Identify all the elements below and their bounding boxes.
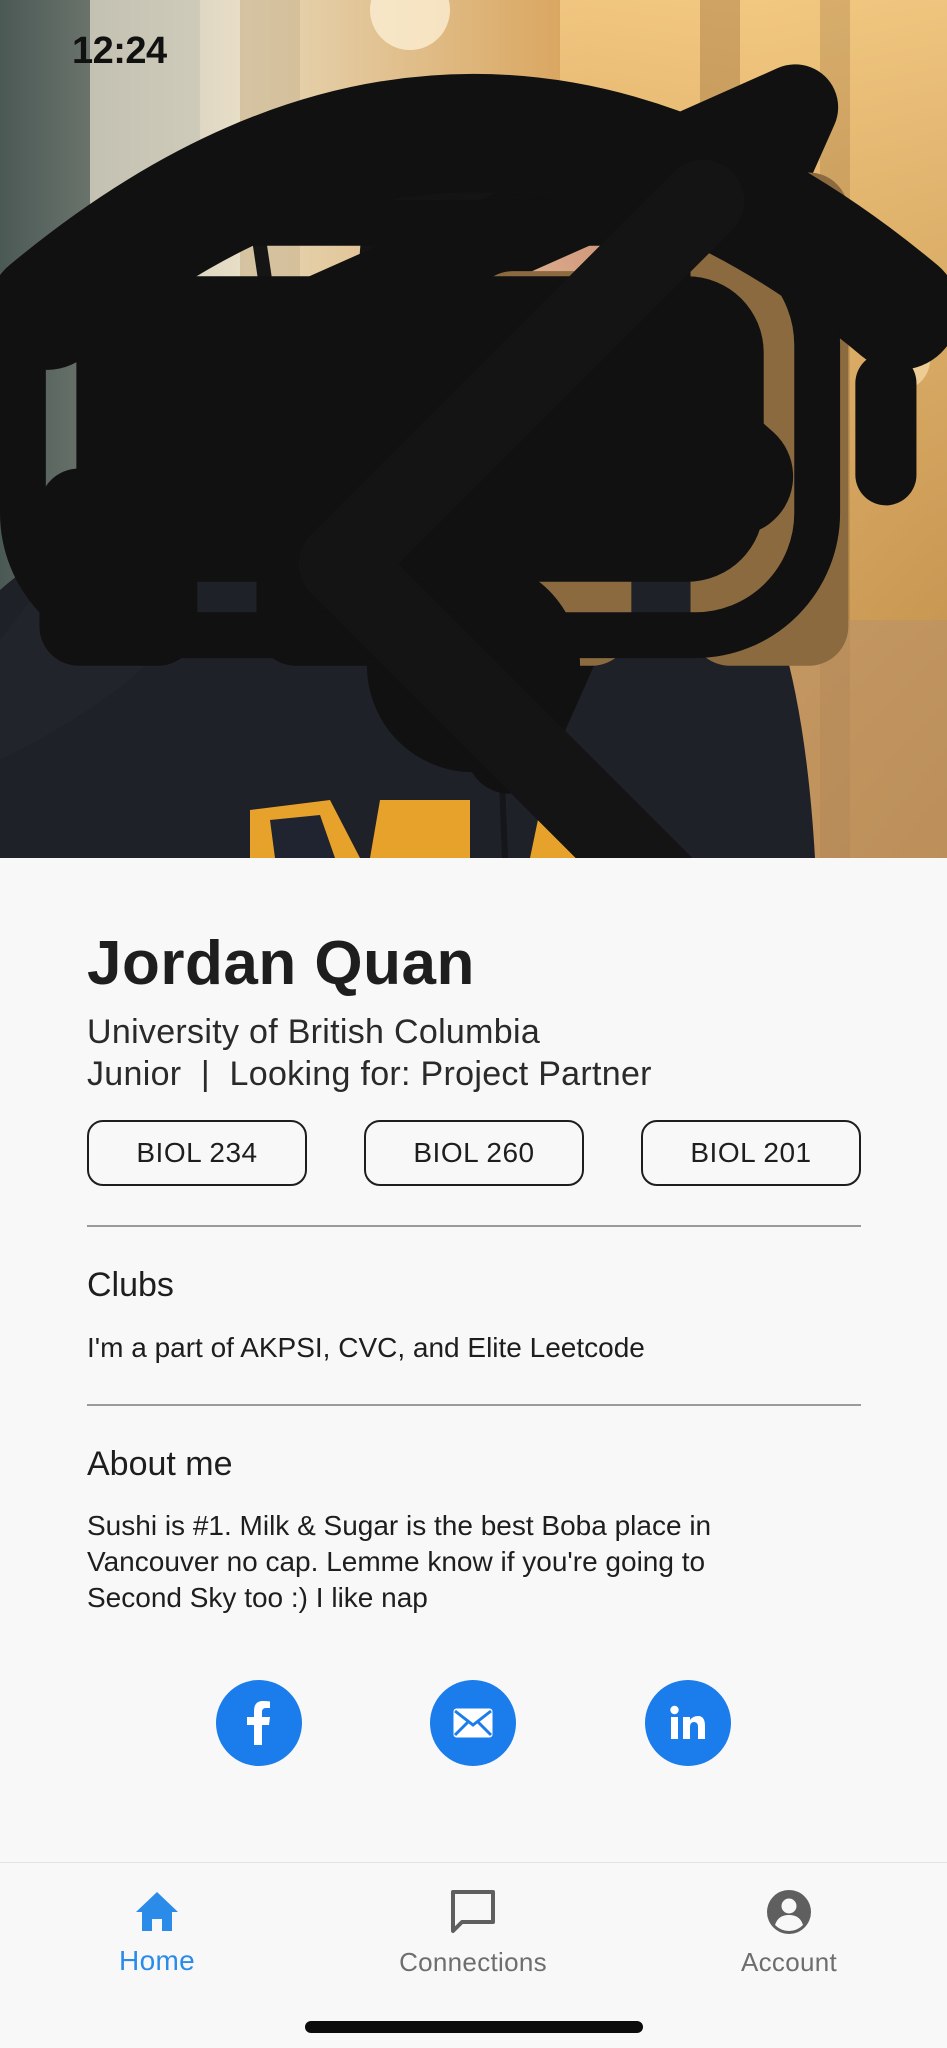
course-list: BIOL 234 BIOL 260 BIOL 201	[87, 1120, 861, 1186]
clubs-text: I'm a part of AKPSI, CVC, and Elite Leet…	[87, 1332, 645, 1363]
about-text-line: Vancouver no cap. Lemme know if you're g…	[87, 1546, 706, 1577]
linkedin-icon	[670, 1705, 705, 1739]
profile-university: University of British Columbia	[87, 1013, 541, 1051]
about-text-line: Sushi is #1. Milk & Sugar is the best Bo…	[87, 1510, 712, 1541]
social-links	[87, 1680, 861, 1766]
course-chip[interactable]: BIOL 260	[364, 1120, 584, 1186]
tab-account-label: Account	[740, 1947, 838, 1977]
about-text: Sushi is #1. Milk & Sugar is the best Bo…	[87, 1508, 807, 1616]
tab-connections[interactable]: Connections	[373, 1887, 573, 1987]
facebook-icon	[247, 1701, 270, 1745]
course-chip[interactable]: BIOL 201	[641, 1120, 861, 1186]
facebook-button[interactable]	[216, 1680, 302, 1766]
tab-home-label: Home	[119, 1945, 195, 1976]
home-icon	[136, 1892, 178, 1931]
chat-bubble-icon	[451, 1890, 495, 1933]
home-indicator	[305, 2021, 643, 2033]
tab-account[interactable]: Account	[689, 1887, 889, 1987]
about-text-line: Second Sky too :) I like nap	[87, 1582, 428, 1613]
chevron-left-icon	[298, 159, 745, 858]
account-circle-icon	[767, 1890, 811, 1934]
back-button[interactable]	[48, 135, 745, 858]
linkedin-button[interactable]	[645, 1680, 731, 1766]
profile-photo: 12:24	[0, 0, 947, 858]
profile-year-looking-for: Junior | Looking for: Project Partner	[87, 1055, 652, 1093]
tab-connections-label: Connections	[399, 1947, 547, 1977]
course-chip[interactable]: BIOL 234	[87, 1120, 307, 1186]
mail-icon	[453, 1708, 493, 1738]
profile-name: Jordan Quan	[87, 929, 475, 998]
tab-home[interactable]: Home	[57, 1887, 257, 1987]
clubs-heading: Clubs	[87, 1266, 174, 1304]
bottom-tab-bar: Home Connections Account	[0, 1862, 947, 2048]
section-divider	[87, 1225, 861, 1227]
about-heading: About me	[87, 1445, 233, 1483]
section-divider	[87, 1404, 861, 1406]
email-button[interactable]	[430, 1680, 516, 1766]
